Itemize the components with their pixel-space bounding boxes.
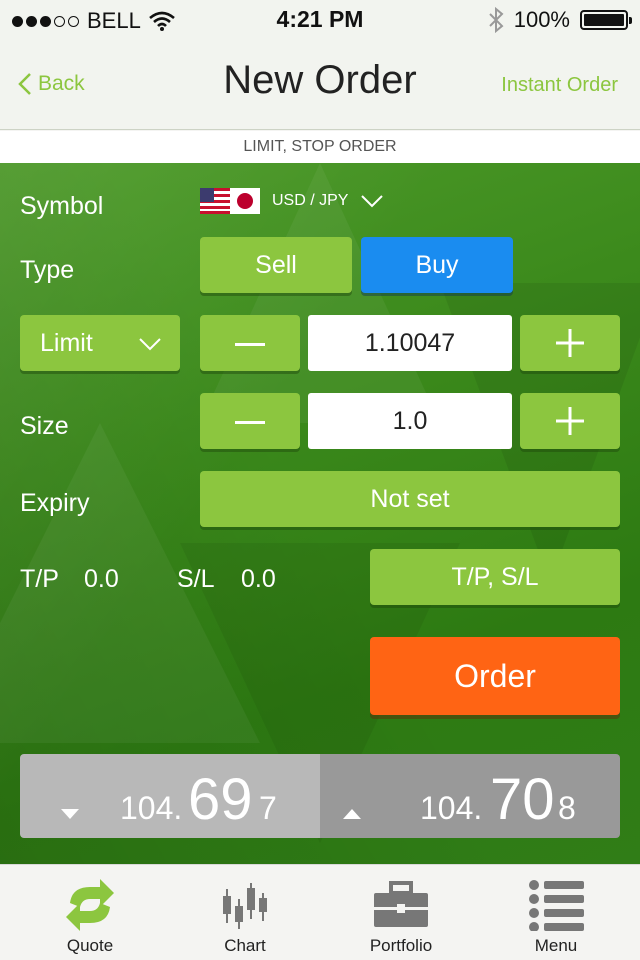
expiry-button[interactable]: Not set xyxy=(200,471,620,527)
tp-value: 0.0 xyxy=(84,565,119,593)
symbol-label: Symbol xyxy=(20,192,104,220)
battery-percent: 100% xyxy=(513,7,570,32)
size-input[interactable]: 1.0 xyxy=(308,393,512,449)
tab-menu-label: Menu xyxy=(534,936,578,955)
expiry-label: Expiry xyxy=(20,489,90,517)
order-type-header: LIMIT, STOP ORDER xyxy=(0,131,640,163)
sell-price-prefix: 104. xyxy=(120,790,183,826)
size-label: Size xyxy=(20,412,69,440)
order-form: Symbol USD / JPY Type Sell Buy Limit 1.1… xyxy=(0,163,640,864)
sell-price-big: 69 xyxy=(188,767,253,832)
battery-icon xyxy=(580,10,632,30)
tab-chart-label: Chart xyxy=(224,936,266,955)
briefcase-icon xyxy=(374,881,428,927)
price-increment-button[interactable] xyxy=(520,315,620,371)
sl-value: 0.0 xyxy=(241,565,276,593)
minus-icon xyxy=(235,342,265,346)
sl-label: S/L xyxy=(177,565,215,593)
tab-bar: Quote Chart Portfolio Menu xyxy=(0,864,640,960)
minus-icon xyxy=(235,420,265,424)
sell-price-button[interactable]: 104. 69 7 xyxy=(20,754,320,838)
symbol-value: USD / JPY xyxy=(272,192,349,209)
status-bar: BELL 4:21 PM 100% xyxy=(0,0,640,40)
plus-icon xyxy=(556,329,584,357)
chevron-down-icon xyxy=(361,195,384,208)
price-panel: 104. 69 7 104. 70 8 xyxy=(20,754,620,838)
navigation-bar: Back New Order Instant Order xyxy=(0,40,640,130)
candlestick-chart-icon xyxy=(223,883,267,929)
order-type-dropdown[interactable]: Limit xyxy=(20,315,180,371)
price-input[interactable]: 1.10047 xyxy=(308,315,512,371)
sell-button[interactable]: Sell xyxy=(200,237,352,293)
refresh-arrows-icon xyxy=(66,879,114,931)
tab-chart[interactable]: Chart xyxy=(165,865,325,960)
up-arrow-icon xyxy=(343,809,361,819)
down-arrow-icon xyxy=(61,809,79,819)
japan-flag-icon xyxy=(230,188,260,214)
buy-price-button[interactable]: 104. 70 8 xyxy=(320,754,620,838)
tp-label: T/P xyxy=(20,565,59,593)
size-decrement-button[interactable] xyxy=(200,393,300,449)
tab-menu[interactable]: Menu xyxy=(476,865,636,960)
order-type-value: Limit xyxy=(40,329,93,357)
order-button[interactable]: Order xyxy=(370,637,620,715)
type-label: Type xyxy=(20,256,75,284)
chevron-down-icon xyxy=(139,338,161,351)
tab-quote[interactable]: Quote xyxy=(10,865,170,960)
buy-price-suffix: 8 xyxy=(558,790,576,826)
plus-icon xyxy=(556,407,584,435)
tab-portfolio-label: Portfolio xyxy=(369,936,433,955)
symbol-selector[interactable]: USD / JPY xyxy=(200,188,384,214)
tp-sl-button[interactable]: T/P, S/L xyxy=(370,549,620,605)
us-flag-icon xyxy=(200,188,230,214)
sell-price-suffix: 7 xyxy=(259,790,277,826)
buy-price-big: 70 xyxy=(490,767,555,832)
list-menu-icon xyxy=(529,880,584,931)
buy-price-prefix: 104. xyxy=(420,790,483,826)
tab-portfolio[interactable]: Portfolio xyxy=(321,865,481,960)
tab-quote-label: Quote xyxy=(66,936,114,955)
size-increment-button[interactable] xyxy=(520,393,620,449)
bluetooth-icon xyxy=(489,7,504,33)
buy-button[interactable]: Buy xyxy=(361,237,513,293)
price-decrement-button[interactable] xyxy=(200,315,300,371)
instant-order-button[interactable]: Instant Order xyxy=(501,74,618,97)
